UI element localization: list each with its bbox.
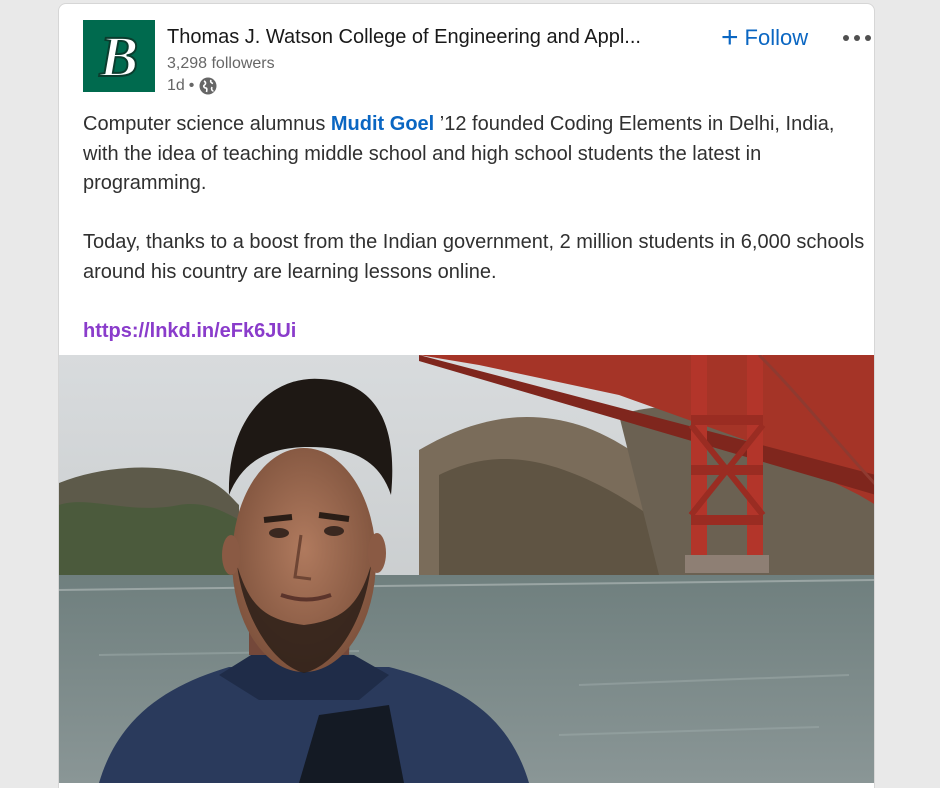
mention-link[interactable]: Mudit Goel (331, 113, 434, 135)
p1-before: Computer science alumnus (83, 113, 331, 135)
more-options-icon[interactable] (837, 30, 874, 46)
short-link[interactable]: https://lnkd.in/eFk6JUi (83, 320, 296, 342)
more-dot (865, 35, 871, 41)
follower-count: 3,298 followers (167, 55, 275, 72)
more-dot (854, 35, 860, 41)
follow-label: Follow (744, 25, 809, 50)
post-text: Computer science alumnus Mudit Goel ’12 … (83, 110, 868, 376)
author-name[interactable]: Thomas J. Watson College of Engineering … (167, 22, 687, 52)
post-header: B Thomas J. Watson College of Engineerin… (83, 20, 874, 100)
plus-icon: + (721, 21, 739, 54)
follow-button[interactable]: + Follow (715, 20, 814, 56)
paragraph-1: Computer science alumnus Mudit Goel ’12 … (83, 110, 868, 199)
college-logo[interactable]: B (83, 20, 155, 92)
post-image[interactable] (59, 355, 875, 783)
meta-separator: • (188, 77, 195, 94)
globe-icon (199, 77, 217, 95)
post-time: 1d (167, 77, 185, 94)
post-meta: 1d • (167, 76, 218, 96)
more-dot (843, 35, 849, 41)
logo-letter: B (99, 24, 139, 89)
paragraph-3: https://lnkd.in/eFk6JUi (83, 317, 868, 347)
paragraph-2: Today, thanks to a boost from the Indian… (83, 231, 865, 283)
post-card: B Thomas J. Watson College of Engineerin… (58, 3, 875, 788)
